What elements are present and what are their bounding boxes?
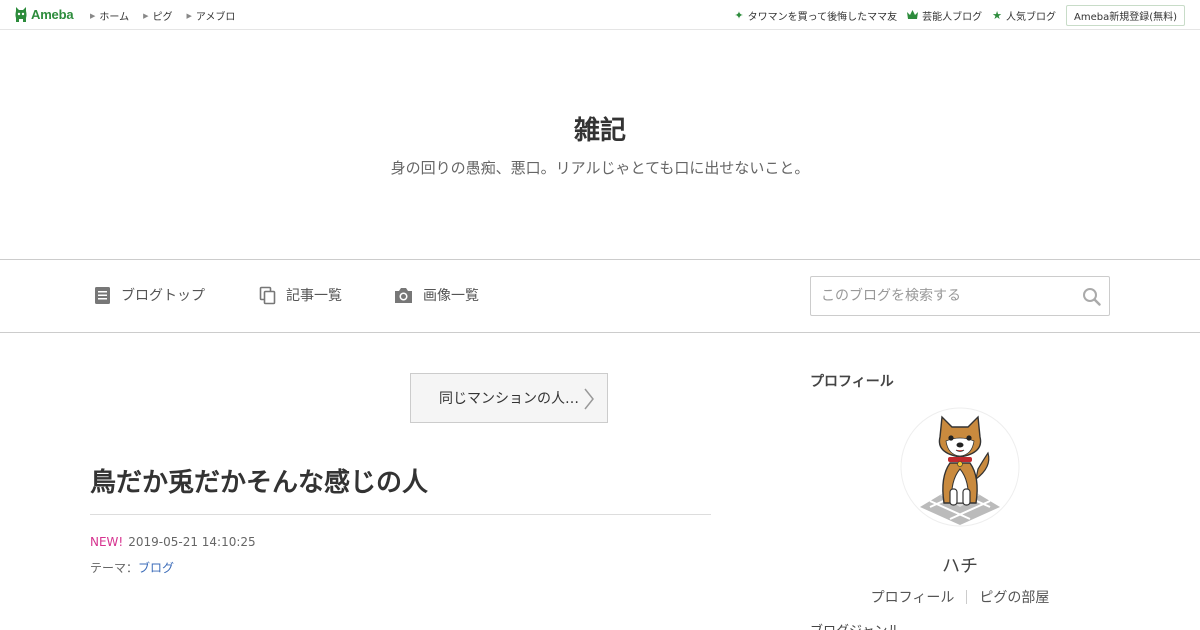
- popular-blog-link[interactable]: ★ 人気ブログ: [992, 8, 1056, 23]
- new-badge: NEW!: [90, 535, 124, 549]
- celebrity-blog-label: 芸能人ブログ: [922, 12, 983, 23]
- profile-avatar[interactable]: [900, 407, 1020, 527]
- popular-blog-label: 人気ブログ: [1005, 12, 1056, 23]
- sidebar-next-heading: ブログジャンル: [810, 620, 900, 630]
- article-theme: テーマ：ブログ: [90, 559, 174, 576]
- top-nav-home[interactable]: ▶ ホーム: [90, 8, 130, 24]
- profile-links: プロフィール ピグの部屋: [810, 587, 1110, 607]
- nav-image-list-label: 画像一覧: [423, 288, 479, 304]
- ameba-logo[interactable]: Ameba: [14, 6, 74, 23]
- copy-icon: [259, 286, 276, 305]
- register-button[interactable]: Ameba新規登録(無料): [1065, 5, 1185, 26]
- top-right-links: ✦ タワマンを買って後悔したママ友 芸能人ブログ ★ 人気ブログ Ameba新規…: [734, 5, 1185, 26]
- top-nav: ▶ ホーム ▶ ピグ ▶ アメブロ: [90, 8, 236, 24]
- nav-blog-top[interactable]: ブログトップ: [94, 285, 205, 305]
- top-nav-label: ホーム: [99, 12, 130, 23]
- blog-title[interactable]: 雑記: [0, 110, 1200, 147]
- crown-icon: [907, 9, 919, 22]
- profile-heading: プロフィール: [810, 374, 894, 390]
- chevron-right-icon: [583, 387, 595, 415]
- celebrity-blog-link[interactable]: 芸能人ブログ: [907, 8, 982, 23]
- caret-right-icon: ▶: [90, 11, 96, 20]
- logo-text: Ameba: [31, 7, 74, 22]
- nav-article-list[interactable]: 記事一覧: [259, 285, 342, 305]
- pigg-room-link[interactable]: ピグの部屋: [967, 587, 1061, 607]
- blog-nav-bar: ブログトップ 記事一覧 画像一覧: [0, 259, 1200, 333]
- prev-article-button[interactable]: 同じマンションの人…: [410, 373, 608, 423]
- trending-blog-link[interactable]: ✦ タワマンを買って後悔したママ友: [734, 8, 897, 23]
- profile-name[interactable]: ハチ: [810, 552, 1110, 578]
- camera-icon: [394, 287, 413, 304]
- prev-article-label: 同じマンションの人…: [439, 391, 579, 407]
- dog-avatar-icon: [900, 407, 1020, 527]
- caret-right-icon: ▶: [143, 11, 149, 20]
- nav-image-list[interactable]: 画像一覧: [394, 285, 479, 305]
- caret-right-icon: ▶: [186, 11, 192, 20]
- trending-blog-label: タワマンを買って後悔したママ友: [747, 12, 898, 23]
- top-nav-label: アメブロ: [195, 12, 236, 23]
- ameba-header-bar: Ameba ▶ ホーム ▶ ピグ ▶ アメブロ ✦ タワマンを買って後悔したママ友 芸…: [0, 0, 1200, 30]
- top-nav-pigg[interactable]: ▶ ピグ: [143, 8, 173, 24]
- nav-article-list-label: 記事一覧: [286, 288, 342, 304]
- star-icon: ★: [992, 9, 1002, 22]
- article-title[interactable]: 鳥だか兎だかそんな感じの人: [90, 462, 428, 499]
- document-icon: [94, 286, 111, 305]
- blog-search-input[interactable]: [821, 277, 1081, 315]
- sparkle-icon: ✦: [734, 9, 744, 22]
- article-meta: NEW! 2019-05-21 14:10:25: [90, 535, 256, 549]
- ameba-mascot-icon: [14, 6, 28, 23]
- nav-blog-top-label: ブログトップ: [121, 288, 205, 304]
- theme-label: テーマ：: [90, 561, 139, 575]
- top-nav-label: ピグ: [152, 12, 173, 23]
- blog-description: 身の回りの愚痴、悪口。リアルじゃとても口に出せないこと。: [390, 159, 810, 177]
- blog-header: 雑記 身の回りの愚痴、悪口。リアルじゃとても口に出せないこと。: [0, 30, 1200, 260]
- theme-link[interactable]: ブログ: [138, 561, 174, 575]
- title-divider: [90, 514, 711, 515]
- article-datetime: 2019-05-21 14:10:25: [128, 535, 256, 549]
- top-nav-ameblo[interactable]: ▶ アメブロ: [186, 8, 236, 24]
- search-icon[interactable]: [1082, 287, 1101, 310]
- blog-search-box: [810, 276, 1110, 316]
- profile-link[interactable]: プロフィール: [859, 587, 967, 607]
